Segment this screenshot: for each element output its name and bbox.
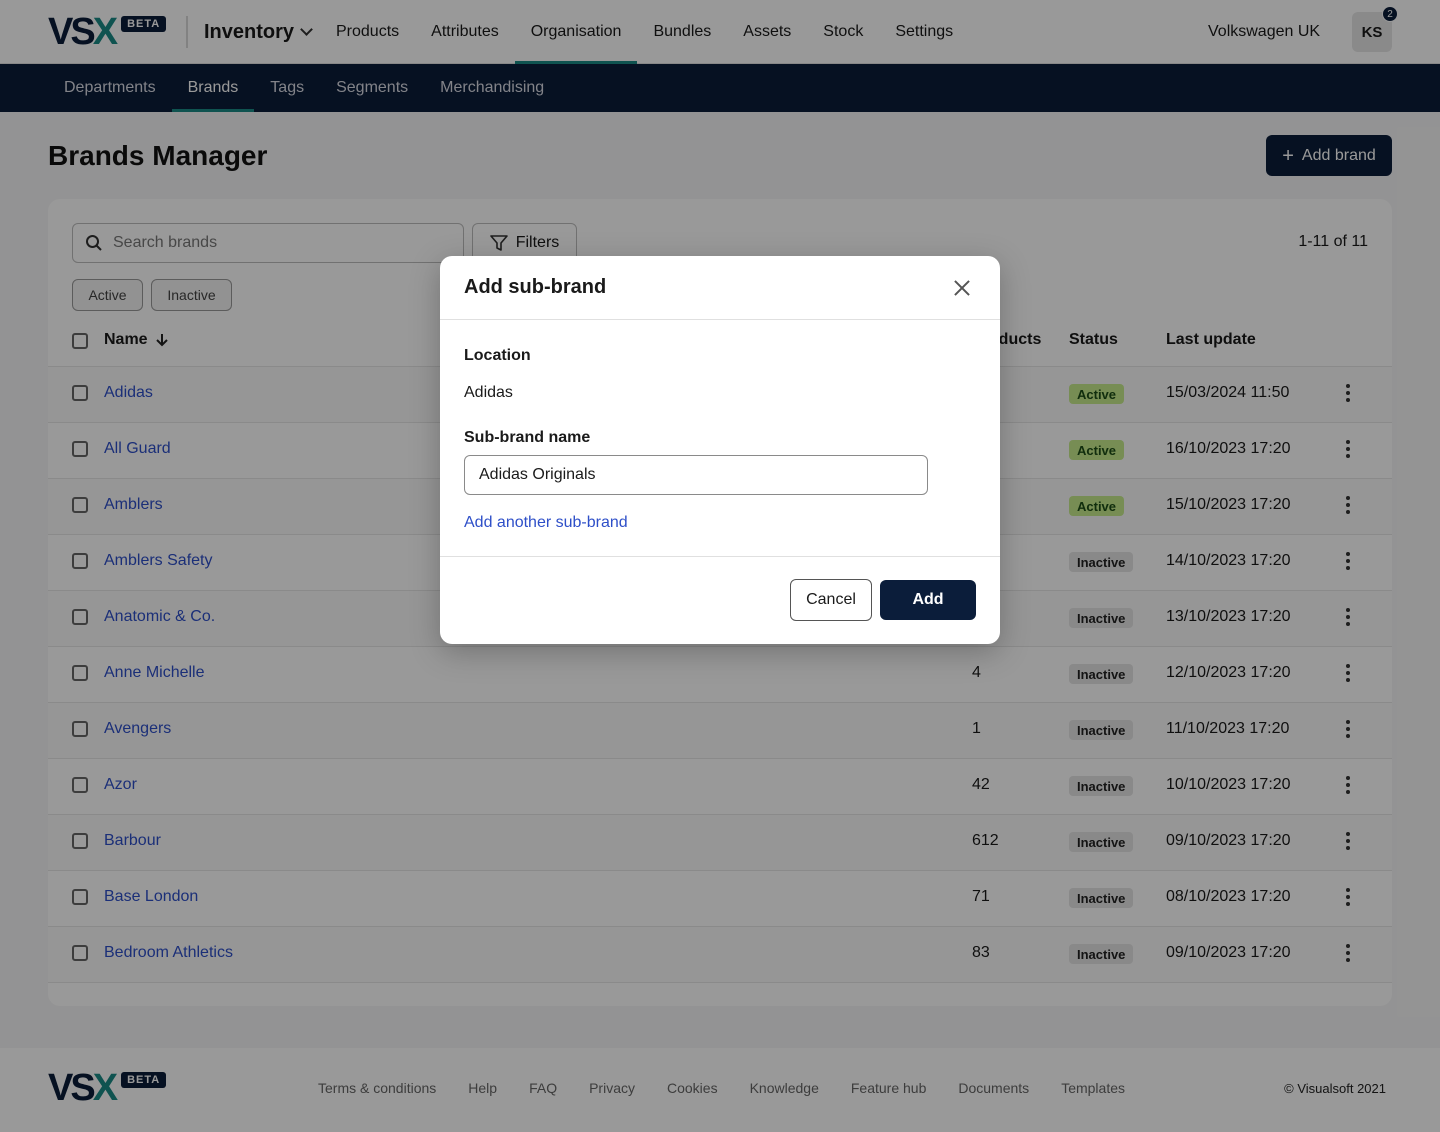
location-value: Adidas bbox=[464, 384, 513, 401]
add-button[interactable]: Add bbox=[880, 580, 976, 620]
close-icon[interactable] bbox=[952, 278, 972, 298]
add-another-sub-brand-link[interactable]: Add another sub-brand bbox=[464, 514, 628, 532]
location-label: Location bbox=[464, 347, 531, 364]
modal-footer: Cancel Add bbox=[440, 556, 1000, 644]
add-sub-brand-dialog: Add sub-brand Location Adidas Sub-brand … bbox=[440, 256, 1000, 644]
modal-header: Add sub-brand bbox=[440, 256, 1000, 320]
modal-title: Add sub-brand bbox=[464, 276, 607, 298]
cancel-button[interactable]: Cancel bbox=[790, 579, 872, 621]
sub-brand-name-label: Sub-brand name bbox=[464, 429, 591, 446]
sub-brand-name-input[interactable] bbox=[464, 455, 928, 495]
